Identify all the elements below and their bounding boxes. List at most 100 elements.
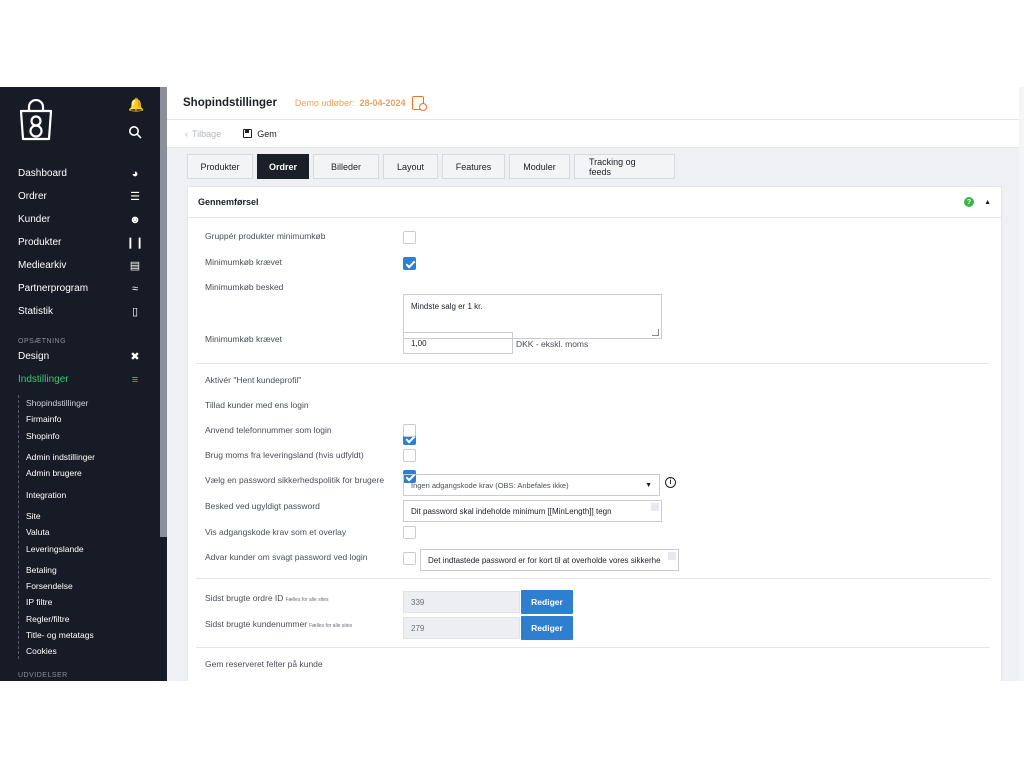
submenu-item-admin-users[interactable]: Admin brugere (26, 465, 160, 481)
sidebar-item-label: Indstillinger (18, 374, 69, 385)
input-last-order: 339 (403, 591, 520, 613)
unit-label: DKK - ekskl. moms (516, 339, 589, 349)
back-label: Tilbage (192, 128, 222, 139)
label-last-customer: Sidst brugte kundenummer Fælles for alle … (205, 619, 352, 629)
demo-expiry-label: Demo udløber: (294, 98, 355, 108)
sidebar-item-label: Kunder (18, 214, 51, 225)
label-note: Fælles for alle sites (285, 597, 329, 603)
archive-icon: ▤ (129, 260, 141, 272)
floppy-disk-icon (243, 129, 253, 138)
tab-features[interactable]: Features (442, 154, 505, 179)
settings-submenu: Shopindstillinger Firmainfo Shopinfo Adm… (18, 395, 160, 660)
submenu-item-ip-filters[interactable]: IP filtre (26, 594, 160, 610)
handshake-icon: ≈ (131, 282, 139, 295)
tab-products[interactable]: Produkter (187, 154, 253, 179)
submenu-item-metatags[interactable]: Title- og metatags (26, 627, 160, 643)
shop-logo-icon[interactable] (18, 99, 54, 141)
caret-down-icon: ▼ (645, 481, 652, 489)
submenu-item-currency[interactable]: Valuta (26, 524, 160, 540)
checkbox-phone-login[interactable] (403, 424, 416, 437)
label-text: Sidst brugte kundenummer (205, 619, 308, 629)
sidebar-item-partner[interactable]: Partnerprogram ≈ (0, 277, 160, 300)
submenu-item-shopinfo[interactable]: Shopinfo (26, 428, 160, 444)
checkbox-vat-country[interactable] (403, 449, 416, 462)
sidebar-item-label: Produkter (18, 237, 62, 248)
sidebar-item-statistics[interactable]: Statistik ▯ (0, 300, 160, 323)
submenu-item-payment[interactable]: Betaling (26, 562, 160, 578)
input-pw-weak[interactable]: Det indtastede password er for kort til … (420, 549, 679, 571)
sidebar-item-label: Dashboard (18, 168, 67, 179)
sidebar-scrollbar[interactable] (160, 87, 167, 537)
submenu-item-cookies[interactable]: Cookies (26, 643, 160, 659)
submenu-item-site[interactable]: Site (26, 508, 160, 524)
sidebar-item-label: Design (18, 351, 50, 362)
users-icon: ☻ (129, 213, 141, 226)
checkbox-pw-overlay[interactable] (403, 526, 416, 539)
main-scrollbar[interactable] (1019, 87, 1024, 681)
checkbox-group-min[interactable] (403, 231, 416, 244)
input-value: Dit password skal indeholde minimum [[Mi… (411, 506, 612, 516)
edit-customer-button[interactable]: Rediger (521, 616, 573, 640)
sidebar-item-customers[interactable]: Kunder ☻ (0, 208, 160, 231)
label-pw-weak: Advar kunder om svagt password ved login (205, 552, 368, 562)
select-pw-policy[interactable]: Ingen adgangskode krav (OBS: Anbefales i… (403, 474, 660, 496)
input-value: Det indtastede password er for kort til … (428, 555, 661, 565)
sidebar-nav: Dashboard ◕ Ordrer ☰ Kunder ☻ Produkter ❙❙ M… (0, 162, 160, 660)
sidebar-item-media[interactable]: Mediearkiv ▤ (0, 254, 160, 277)
submenu-item-rules[interactable]: Regler/filtre (26, 611, 160, 627)
tab-tracking[interactable]: Tracking og feeds (574, 154, 675, 179)
help-icon[interactable]: ? (964, 197, 975, 207)
submenu-item-integration[interactable]: Integration (26, 486, 160, 502)
label-pw-invalid: Besked ved ugyldigt password (205, 501, 320, 511)
input-pw-invalid[interactable]: Dit password skal indeholde minimum [[Mi… (403, 500, 662, 522)
label-min-amount: Minimumkøb krævet (205, 334, 282, 344)
checkbox-min-required[interactable] (403, 257, 416, 270)
sidebar-item-dashboard[interactable]: Dashboard ◕ (0, 162, 160, 185)
save-button[interactable]: Gem (243, 129, 277, 139)
label-text: Sidst brugte ordre ID (205, 593, 284, 603)
save-label: Gem (257, 128, 277, 139)
caret-up-icon[interactable]: ▲ (984, 199, 991, 206)
input-min-amount[interactable]: 1,00 (403, 332, 513, 354)
chart-icon: ▯ (131, 306, 139, 318)
tab-orders[interactable]: Ordrer (257, 154, 309, 179)
barcode-icon: ❙❙ (125, 237, 145, 249)
edit-order-button[interactable]: Rediger (521, 590, 573, 614)
page-header: Shopindstillinger Demo udløber: 28-04-20… (167, 87, 1024, 120)
sidebar: 🔔 Dashboard ◕ Ordrer ☰ Kunder ☻ Produkter ❙❙… (0, 87, 167, 681)
corner-fold-icon (668, 552, 676, 560)
sidebar-item-products[interactable]: Produkter ❙❙ (0, 231, 160, 254)
label-pw-overlay: Vis adgangskode krav som et overlay (205, 527, 347, 537)
submenu-item-shipping[interactable]: Forsendelse (26, 578, 160, 594)
divider (196, 578, 990, 579)
search-icon[interactable] (128, 125, 142, 139)
calendar-clock-icon[interactable] (411, 96, 427, 111)
tab-images[interactable]: Billeder (313, 154, 379, 179)
sidebar-item-label: Partnerprogram (18, 283, 89, 294)
submenu-item-shopsettings[interactable]: Shopindstillinger (26, 395, 160, 411)
tab-modules[interactable]: Moduler (509, 154, 570, 179)
chevron-left-icon: ‹ (185, 128, 188, 139)
settings-rows: Gruppér produkter minimumkøb Minimumkøb … (188, 218, 1001, 669)
sidebar-item-orders[interactable]: Ordrer ☰ (0, 185, 160, 208)
sidebar-item-design[interactable]: Design ✖ (0, 345, 160, 368)
submenu-item-admin-settings[interactable]: Admin indstillinger (26, 449, 160, 465)
submenu-item-delivery-countries[interactable]: Leveringslande (26, 540, 160, 556)
submenu-item-companyinfo[interactable]: Firmainfo (26, 411, 160, 427)
gauge-icon: ◕ (131, 167, 139, 180)
label-group-min: Gruppér produkter minimumkøb (205, 231, 326, 241)
sidebar-item-settings[interactable]: Indstillinger ≡ (0, 368, 160, 391)
page-title: Shopindstillinger (183, 97, 277, 109)
label-pw-policy: Vælg en password sikkerhedspolitik for b… (205, 475, 385, 485)
checkbox-pw-weak[interactable] (403, 552, 416, 565)
label-min-message: Minimumkøb besked (205, 282, 284, 292)
panel-title: Gennemførsel (198, 197, 259, 207)
bell-icon[interactable]: 🔔 (128, 97, 144, 113)
panel-header[interactable]: Gennemførsel ? ▲ (188, 187, 1001, 218)
info-icon[interactable]: i (665, 477, 676, 488)
back-button[interactable]: ‹ Tilbage (185, 129, 221, 139)
label-vat-country: Brug moms fra leveringsland (hvis udfyld… (205, 450, 364, 460)
tab-layout[interactable]: Layout (383, 154, 438, 179)
corner-fold-icon (651, 503, 659, 511)
label-phone-login: Anvend telefonnummer som login (205, 425, 332, 435)
